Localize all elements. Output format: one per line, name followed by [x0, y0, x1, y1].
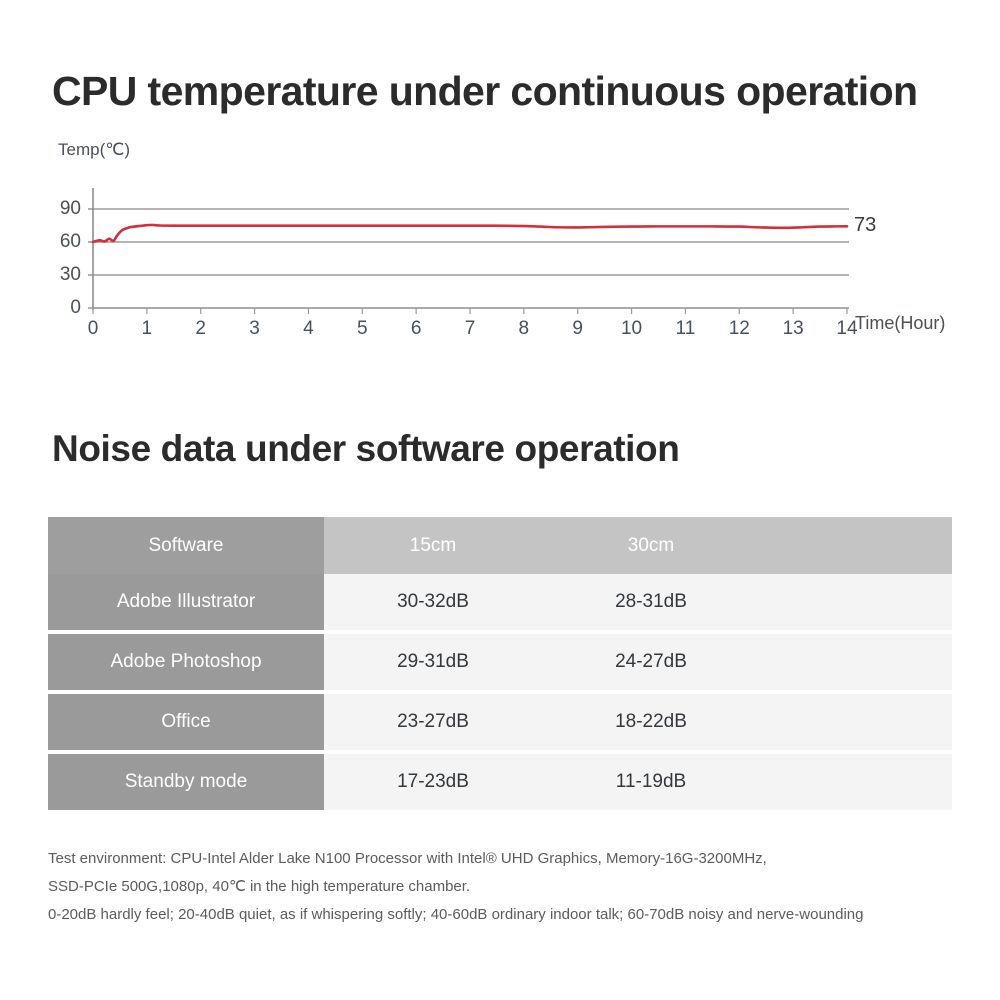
x-tick-label: 0: [87, 318, 99, 339]
cell-software-name: Adobe Illustrator: [48, 574, 324, 630]
cell-measurements: 23-27dB 18-22dB: [324, 694, 952, 750]
chart-title: CPU temperature under continuous operati…: [52, 68, 918, 114]
x-tick-label: 10: [620, 318, 643, 339]
table-row: Office 23-27dB 18-22dB: [48, 694, 952, 750]
table-row: Adobe Photoshop 29-31dB 24-27dB: [48, 634, 952, 690]
note-line: SSD-PCIe 500G,1080p, 40℃ in the high tem…: [48, 878, 471, 895]
x-tick-label: 7: [464, 318, 476, 339]
x-tick-label: 1: [141, 318, 153, 339]
y-tick-label: 0: [70, 297, 81, 318]
y-tick-label: 90: [59, 198, 81, 219]
cell-measurements: 17-23dB 11-19dB: [324, 754, 952, 810]
series-end-value: 73: [854, 214, 877, 237]
cell-noise-30cm: 18-22dB: [615, 711, 687, 732]
gridlines: [93, 208, 849, 309]
noise-data-table: Software 15cm 30cm Adobe Illustrator 30-3…: [48, 517, 952, 810]
x-tick-label: 13: [782, 318, 804, 339]
cell-noise-15cm: 23-27dB: [397, 711, 469, 732]
test-environment-notes: Test environment: CPU-Intel Alder Lake N…: [48, 845, 958, 929]
table-header-row: Software 15cm 30cm: [48, 517, 952, 574]
note-line: 0-20dB hardly feel; 20-40dB quiet, as if…: [48, 906, 864, 923]
cell-noise-15cm: 29-31dB: [397, 651, 469, 672]
cell-measurements: 30-32dB 28-31dB: [324, 574, 952, 630]
x-tick-label: 5: [356, 318, 368, 339]
x-tick-label: 8: [518, 318, 530, 339]
cell-software-name: Office: [48, 694, 324, 750]
chart-axes: [88, 188, 94, 310]
cpu-temperature-chart: Temp(℃) Time(Hour) 0 30 60 90 0 1 2 3 4 5 6 7 8 9 10 1…: [0, 140, 1000, 350]
x-tick-label: 9: [572, 318, 583, 339]
cell-software-name: Standby mode: [48, 754, 324, 810]
column-header-15cm: 15cm: [409, 534, 457, 556]
cell-measurements: 29-31dB 24-27dB: [324, 634, 952, 690]
x-tick-label: 12: [728, 318, 750, 339]
cell-noise-15cm: 30-32dB: [397, 591, 469, 612]
y-tick-label: 60: [59, 231, 81, 252]
cell-noise-30cm: 28-31dB: [615, 591, 687, 612]
y-tick-label: 30: [59, 264, 81, 285]
table-header: Software 15cm 30cm: [48, 517, 952, 574]
x-tick-label: 6: [410, 318, 422, 339]
page-root: CPU temperature under continuous operati…: [0, 0, 1000, 1000]
temperature-line: [91, 223, 849, 244]
table-header-measurements: 15cm 30cm: [324, 517, 952, 574]
x-tick-label: 4: [303, 318, 314, 339]
column-header-software: Software: [48, 517, 324, 574]
column-header-30cm: 30cm: [627, 534, 675, 556]
x-tick-marks: [92, 308, 848, 314]
cell-noise-30cm: 11-19dB: [615, 771, 687, 792]
cell-noise-15cm: 17-23dB: [397, 771, 469, 792]
table-row: Standby mode 17-23dB 11-19dB: [48, 754, 952, 810]
table-body: Adobe Illustrator 30-32dB 28-31dB Adobe Pho…: [48, 574, 952, 810]
table-row: Adobe Illustrator 30-32dB 28-31dB: [48, 574, 952, 630]
x-tick-label: 3: [249, 318, 260, 339]
x-tick-label: 14: [836, 318, 858, 339]
note-line: Test environment: CPU-Intel Alder Lake N…: [48, 850, 767, 867]
table-title: Noise data under software operation: [52, 428, 680, 469]
x-tick-label: 11: [675, 318, 696, 339]
cell-software-name: Adobe Photoshop: [48, 634, 324, 690]
cell-noise-30cm: 24-27dB: [615, 651, 687, 672]
x-tick-label: 2: [195, 318, 206, 339]
